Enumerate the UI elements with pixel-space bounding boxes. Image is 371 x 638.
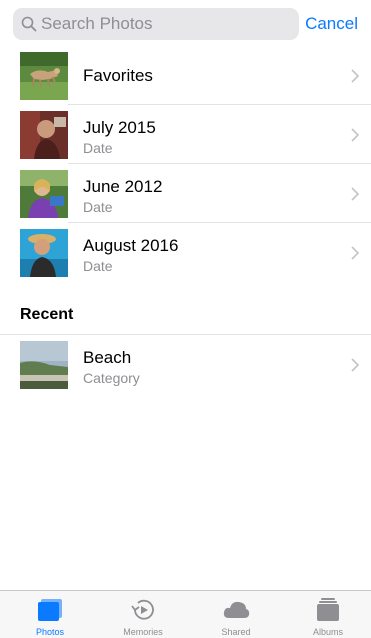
row-separator <box>68 104 371 105</box>
tab-label: Shared <box>221 627 251 637</box>
recent-row-beach[interactable]: Beach Category <box>0 336 371 394</box>
tab-photos[interactable]: Photos <box>4 591 96 638</box>
result-title: Favorites <box>83 66 153 85</box>
search-bar: Cancel <box>0 0 371 48</box>
tab-label: Photos <box>35 627 65 637</box>
july-2015-thumbnail <box>20 111 68 159</box>
recent-section-header: Recent <box>20 306 74 323</box>
search-field[interactable] <box>13 8 299 40</box>
result-subtitle: Date <box>83 199 113 215</box>
row-separator <box>68 222 371 223</box>
photos-search-screen: Cancel Favorites July 2015 Date <box>0 0 371 638</box>
chevron-right-icon <box>351 246 360 260</box>
result-row-favorites[interactable]: Favorites <box>0 47 371 105</box>
result-row-june-2012[interactable]: June 2012 Date <box>0 165 371 223</box>
tab-shared[interactable]: Shared <box>190 591 282 638</box>
tab-memories[interactable]: Memories <box>97 591 189 638</box>
result-subtitle: Date <box>83 258 113 274</box>
tab-label: Albums <box>312 627 343 637</box>
photos-icon <box>38 599 62 621</box>
result-subtitle: Category <box>83 370 140 386</box>
result-row-august-2016[interactable]: August 2016 Date <box>0 224 371 282</box>
shared-cloud-icon <box>223 601 250 618</box>
tab-albums[interactable]: Albums <box>282 591 371 638</box>
result-title: July 2015 <box>83 118 156 137</box>
result-title: June 2012 <box>83 177 163 196</box>
august-2016-thumbnail <box>20 229 68 277</box>
result-title: Beach <box>83 348 132 367</box>
chevron-right-icon <box>351 128 360 142</box>
memories-icon <box>131 599 154 620</box>
albums-icon <box>317 598 339 621</box>
chevron-right-icon <box>351 187 360 201</box>
row-separator <box>68 163 371 164</box>
result-row-july-2015[interactable]: July 2015 Date <box>0 106 371 164</box>
june-2012-thumbnail <box>20 170 68 218</box>
search-icon <box>21 16 37 32</box>
section-separator <box>0 334 371 335</box>
chevron-right-icon <box>351 358 360 372</box>
search-input[interactable] <box>41 8 291 40</box>
result-subtitle: Date <box>83 140 113 156</box>
tab-label: Memories <box>123 627 163 637</box>
result-title: August 2016 <box>83 236 179 255</box>
tab-bar: Photos Memories Shared Albums <box>0 590 371 638</box>
chevron-right-icon <box>351 69 360 83</box>
beach-thumbnail <box>20 341 68 389</box>
favorites-thumbnail <box>20 52 68 100</box>
cancel-button[interactable]: Cancel <box>305 14 358 34</box>
